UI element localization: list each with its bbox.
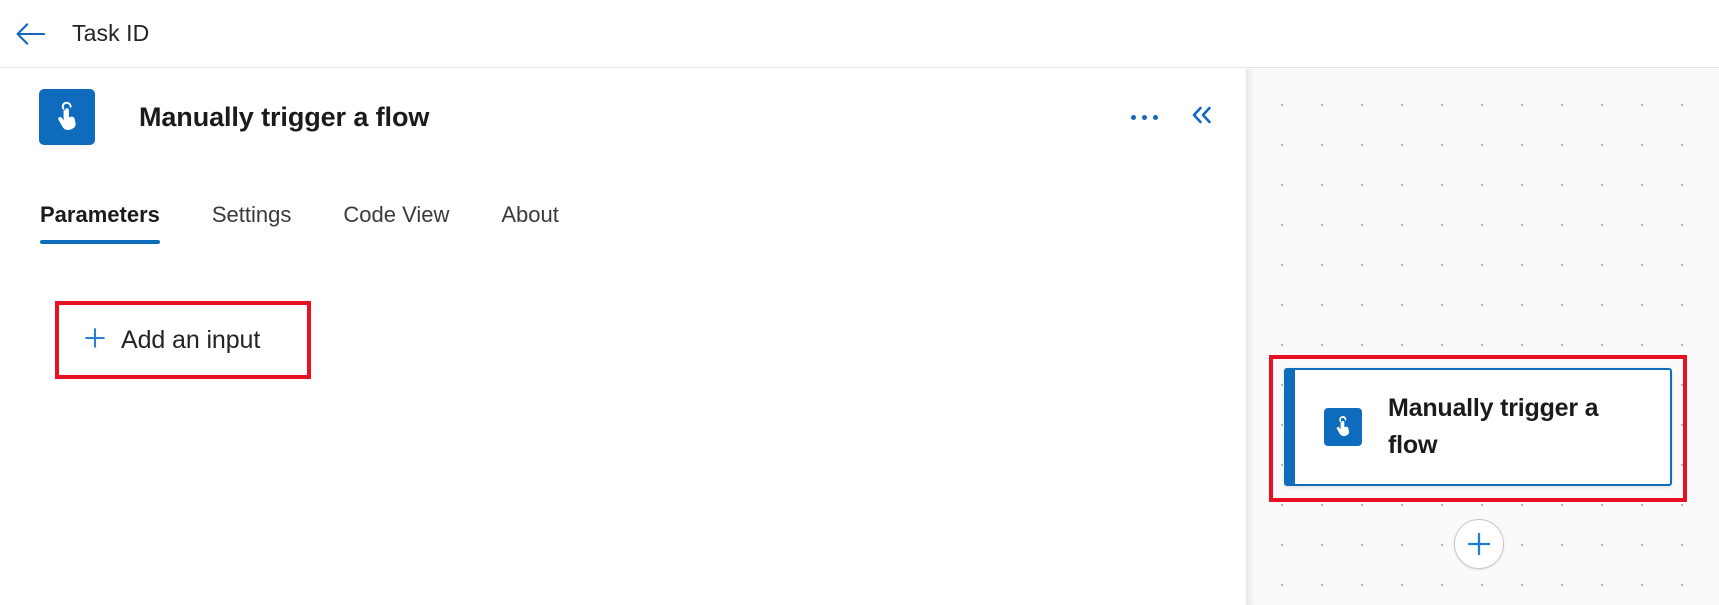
annotation-box-flow-node [1269, 355, 1687, 502]
plus-circle-icon [1465, 530, 1493, 558]
more-options-button[interactable] [1122, 95, 1166, 139]
panel-title: Manually trigger a flow [139, 101, 430, 132]
add-node-button[interactable] [1454, 519, 1504, 569]
tab-parameters[interactable]: Parameters [40, 202, 186, 244]
annotation-box-add-input [55, 301, 311, 379]
tab-about[interactable]: About [475, 202, 585, 244]
arrow-left-icon [15, 22, 45, 45]
tab-settings[interactable]: Settings [186, 202, 318, 244]
collapse-panel-button[interactable] [1180, 95, 1224, 139]
manual-trigger-hand-icon [39, 89, 95, 145]
app-root: Task ID Manually trigger a flow Paramete… [0, 0, 1719, 605]
back-button[interactable] [6, 10, 54, 58]
tab-code-view[interactable]: Code View [317, 202, 475, 244]
tab-settings-label: Settings [211, 202, 292, 227]
top-bar: Task ID [0, 0, 1719, 68]
ellipsis-icon [1130, 114, 1158, 120]
panel-header: Manually trigger a flow [0, 69, 1246, 165]
tab-about-label: About [501, 202, 559, 227]
double-chevron-left-icon [1189, 104, 1215, 131]
panel-tabs: Parameters Settings Code View About [40, 202, 585, 244]
tab-code-view-label: Code View [343, 202, 450, 227]
tab-parameters-label: Parameters [40, 202, 160, 227]
panel-header-actions [1122, 69, 1224, 165]
page-title: Task ID [72, 20, 150, 46]
